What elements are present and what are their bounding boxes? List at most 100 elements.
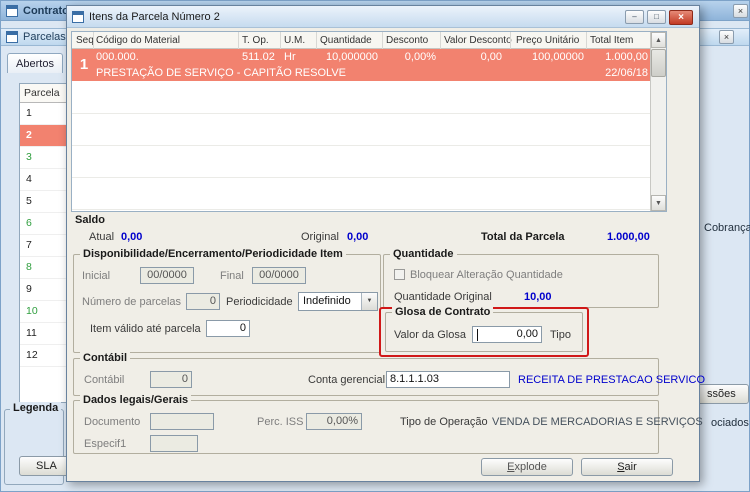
cell-valor-desconto: 0,00 bbox=[480, 51, 502, 63]
cell-quantidade: 10,000000 bbox=[326, 51, 378, 63]
parcela-list: Parcela 1 2 3 4 5 6 7 8 9 10 11 12 bbox=[19, 83, 69, 403]
periodicidade-combo[interactable]: Indefinido ▼ bbox=[298, 292, 378, 311]
explode-button[interactable]: Explode bbox=[481, 458, 573, 476]
grid-header-seq: Seq bbox=[76, 35, 94, 46]
grid-row-divider bbox=[72, 209, 652, 210]
total-parcela-value: 1.000,00 bbox=[607, 231, 650, 243]
cell-data: 22/06/18 bbox=[605, 67, 648, 79]
itens-parcela-dialog: Itens da Parcela Número 2 – □ × Seq Códi… bbox=[66, 5, 705, 482]
bloquear-label: Bloquear Alteração Quantidade bbox=[410, 269, 563, 281]
dialog-title: Itens da Parcela Número 2 bbox=[89, 10, 220, 23]
valor-glosa-label: Valor da Glosa bbox=[394, 329, 466, 341]
parcela-list-header: Parcela bbox=[20, 84, 68, 103]
sair-accel: S bbox=[617, 461, 625, 473]
parcela-row[interactable]: 11 bbox=[20, 323, 68, 345]
parcela-row[interactable]: 9 bbox=[20, 279, 68, 301]
grid-scrollbar[interactable]: ▲ ▼ bbox=[650, 32, 666, 211]
especif1-field[interactable] bbox=[150, 435, 198, 452]
group-glosa-title: Glosa de Contrato bbox=[392, 306, 494, 318]
parcela-row[interactable]: 10 bbox=[20, 301, 68, 323]
grid-header-valor-desconto: Valor Desconto bbox=[444, 35, 512, 46]
column-separator bbox=[440, 32, 441, 49]
screen: Contratos × Parcelas do × Abertos Parcel… bbox=[0, 0, 750, 492]
parcela-row[interactable]: 3 bbox=[20, 147, 68, 169]
column-separator bbox=[586, 32, 587, 49]
parcela-row[interactable]: 8 bbox=[20, 257, 68, 279]
column-separator bbox=[316, 32, 317, 49]
form-icon bbox=[72, 10, 84, 23]
conta-gerencial-label: Conta gerencial bbox=[308, 374, 386, 386]
grid-header-quantidade: Quantidade bbox=[320, 35, 372, 46]
tipo-operacao-value: VENDA DE MERCADORIAS E SERVIÇOS bbox=[492, 416, 703, 428]
parcela-row[interactable]: 1 bbox=[20, 103, 68, 125]
close-icon[interactable]: × bbox=[719, 30, 734, 44]
close-icon[interactable]: × bbox=[733, 4, 748, 18]
valor-glosa-field[interactable]: 0,00 bbox=[472, 326, 542, 343]
inicial-field[interactable]: 00/0000 bbox=[140, 267, 194, 284]
grid-header-desconto: Desconto bbox=[386, 35, 429, 46]
parcela-row-selected[interactable]: 2 bbox=[20, 125, 68, 147]
perc-iss-field[interactable]: 0,00% bbox=[306, 413, 362, 430]
parcela-row[interactable]: 6 bbox=[20, 213, 68, 235]
grid-header-top: T. Op. bbox=[242, 35, 269, 46]
quantidade-original-value: 10,00 bbox=[524, 291, 552, 303]
cell-top: 511.02 bbox=[242, 51, 275, 63]
grid-header-codigo: Código do Material bbox=[96, 35, 180, 46]
group-disponibilidade: Disponibilidade/Encerramento/Periodicida… bbox=[73, 248, 381, 353]
contabil-field[interactable]: 0 bbox=[150, 371, 192, 388]
group-dados-legais: Dados legais/Gerais Documento Perc. ISS … bbox=[73, 394, 703, 454]
tipo-label: Tipo bbox=[550, 329, 571, 341]
document-icon bbox=[6, 31, 18, 43]
scroll-down-icon[interactable]: ▼ bbox=[651, 195, 666, 211]
grid-row-divider bbox=[72, 145, 652, 146]
text-cursor bbox=[477, 329, 478, 341]
conta-gerencial-desc: RECEITA DE PRESTACAO SERVICO bbox=[518, 374, 706, 386]
group-glosa: Glosa de Contrato Valor da Glosa 0,00 Ti… bbox=[385, 306, 583, 352]
explode-label: xplode bbox=[514, 461, 547, 473]
tipo-operacao-label: Tipo de Operação bbox=[400, 416, 488, 428]
grid-header: Seq Código do Material T. Op. U.M. Quant… bbox=[72, 32, 666, 49]
final-field[interactable]: 00/0000 bbox=[252, 267, 306, 284]
explode-accel: E bbox=[507, 461, 515, 473]
cell-seq: 1 bbox=[79, 56, 89, 73]
group-dados-legais-title: Dados legais/Gerais bbox=[80, 394, 192, 406]
parcela-row[interactable]: 12 bbox=[20, 345, 68, 367]
final-label: Final bbox=[220, 270, 244, 282]
grid-row-selected[interactable]: 1 000.000. 511.02 Hr 10,000000 0,00% 0,0… bbox=[72, 49, 652, 81]
scroll-thumb[interactable] bbox=[651, 49, 666, 77]
bloquear-checkbox[interactable] bbox=[394, 269, 405, 280]
cell-um: Hr bbox=[284, 51, 296, 63]
saldo-atual-label: Atual bbox=[89, 231, 115, 243]
cobranca-label: Cobrança bbox=[704, 222, 750, 234]
num-parcelas-label: Número de parcelas bbox=[82, 296, 182, 308]
periodicidade-value: Indefinido bbox=[303, 295, 351, 307]
periodicidade-label: Periodicidade bbox=[226, 296, 293, 308]
contabil-label: Contábil bbox=[84, 374, 125, 386]
documento-label: Documento bbox=[84, 416, 141, 428]
dialog-titlebar[interactable]: Itens da Parcela Número 2 – □ × bbox=[67, 6, 699, 28]
maximize-icon[interactable]: □ bbox=[647, 10, 666, 24]
parcela-row[interactable]: 7 bbox=[20, 235, 68, 257]
conta-gerencial-field[interactable]: 8.1.1.1.03 bbox=[386, 371, 510, 388]
group-contabil-title: Contábil bbox=[80, 352, 130, 364]
parcela-row[interactable]: 5 bbox=[20, 191, 68, 213]
parcela-row[interactable]: 4 bbox=[20, 169, 68, 191]
documento-field[interactable] bbox=[150, 413, 214, 430]
sair-button[interactable]: Sair bbox=[581, 458, 673, 476]
item-valido-label: Item válido até parcela bbox=[90, 323, 201, 335]
close-icon[interactable]: × bbox=[669, 10, 693, 25]
saldo-original-label: Original bbox=[301, 231, 339, 243]
chevron-down-icon[interactable]: ▼ bbox=[361, 293, 377, 310]
column-separator bbox=[510, 32, 511, 49]
num-parcelas-field[interactable]: 0 bbox=[186, 293, 220, 310]
item-valido-field[interactable]: 0 bbox=[206, 320, 250, 337]
saldo-original-value: 0,00 bbox=[347, 231, 369, 243]
grid-row-divider bbox=[72, 177, 652, 178]
quantidade-original-label: Quantidade Original bbox=[394, 291, 492, 303]
tab-abertos[interactable]: Abertos bbox=[7, 53, 63, 73]
cell-codigo: 000.000. bbox=[96, 51, 139, 63]
minimize-icon[interactable]: – bbox=[625, 10, 644, 24]
scroll-up-icon[interactable]: ▲ bbox=[651, 32, 666, 48]
inicial-label: Inicial bbox=[82, 270, 111, 282]
sair-label: air bbox=[624, 461, 637, 473]
